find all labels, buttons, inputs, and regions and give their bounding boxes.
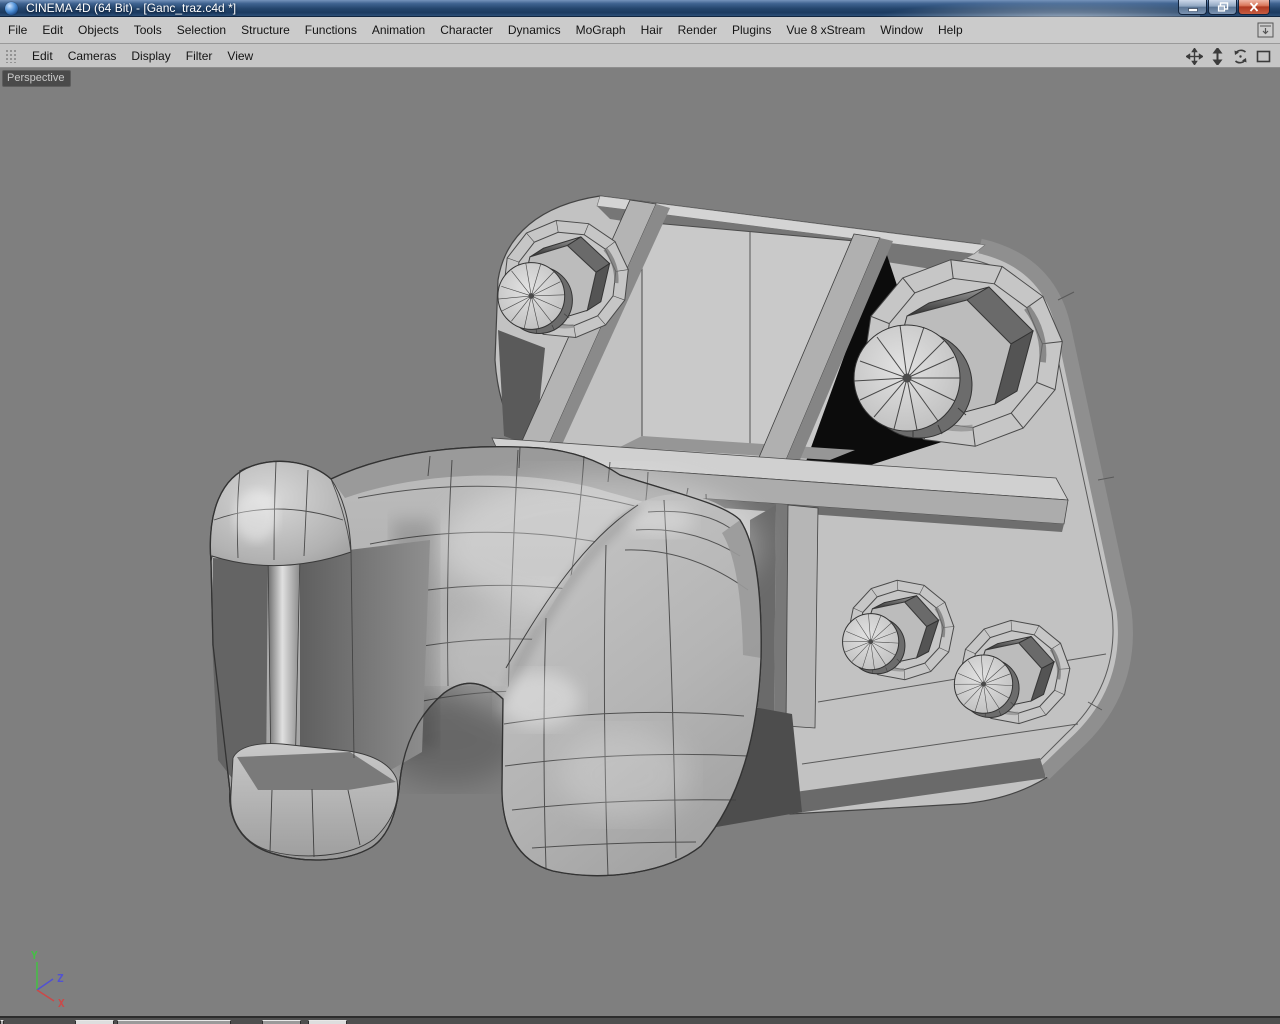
menu-help[interactable]: Help — [938, 23, 963, 37]
restore-button[interactable] — [1208, 0, 1237, 15]
panel-edge-segment[interactable] — [262, 1020, 301, 1024]
axis-x-label: X — [58, 997, 65, 1010]
viewport-menu-bar: Edit Cameras Display Filter View — [0, 44, 1280, 68]
viewport-menu-cameras[interactable]: Cameras — [68, 49, 117, 63]
menu-mograph[interactable]: MoGraph — [576, 23, 626, 37]
menu-hair[interactable]: Hair — [641, 23, 663, 37]
window-title: CINEMA 4D (64 Bit) - [Ganc_traz.c4d *] — [26, 1, 237, 15]
camera-label: Perspective — [2, 70, 72, 87]
axis-z-label: Z — [57, 972, 64, 985]
menu-tools[interactable]: Tools — [134, 23, 162, 37]
bottom-panel-edge — [0, 1016, 1280, 1024]
minimize-icon — [1187, 8, 1198, 12]
close-icon — [1249, 2, 1259, 12]
viewport-menu-view[interactable]: View — [227, 49, 253, 63]
pintle-hook[interactable] — [209, 446, 762, 877]
menu-character[interactable]: Character — [440, 23, 493, 37]
menu-functions[interactable]: Functions — [305, 23, 357, 37]
cinema4d-window: CINEMA 4D (64 Bit) - [Ganc_traz.c4d *] F… — [0, 0, 1280, 1024]
close-button[interactable] — [1238, 0, 1270, 15]
menu-dynamics[interactable]: Dynamics — [508, 23, 561, 37]
menu-structure[interactable]: Structure — [241, 23, 290, 37]
menu-selection[interactable]: Selection — [177, 23, 226, 37]
axis-gizmo: Y Z X — [31, 949, 65, 1010]
window-dock-icon[interactable] — [1257, 22, 1274, 38]
main-menu-bar: File Edit Objects Tools Selection Structure Fu… — [0, 17, 1280, 44]
perspective-viewport[interactable]: Y Z X Perspective — [0, 68, 1280, 1016]
menu-objects[interactable]: Objects — [78, 23, 119, 37]
pan-icon[interactable] — [1186, 47, 1203, 65]
axis-y-label: Y — [31, 949, 38, 962]
menu-file[interactable]: File — [8, 23, 27, 37]
minimize-button[interactable] — [1178, 0, 1207, 15]
menu-vue-8-xstream[interactable]: Vue 8 xStream — [786, 23, 865, 37]
dolly-icon[interactable] — [1209, 47, 1226, 65]
viewport-canvas[interactable]: Y Z X — [0, 68, 1280, 1016]
viewport-menu-filter[interactable]: Filter — [186, 49, 213, 63]
panel-edge-segment[interactable] — [75, 1020, 114, 1024]
viewport-nav-tools — [1186, 46, 1272, 66]
panel-edge-segment[interactable] — [0, 1020, 4, 1024]
menu-plugins[interactable]: Plugins — [732, 23, 771, 37]
viewport-menu-display[interactable]: Display — [131, 49, 170, 63]
title-bar[interactable]: CINEMA 4D (64 Bit) - [Ganc_traz.c4d *] — [0, 0, 1280, 17]
hook-pin-assembly — [212, 540, 430, 858]
maximize-icon[interactable] — [1255, 48, 1272, 65]
titlebar-glow — [870, 0, 1200, 17]
restore-icon — [1217, 2, 1228, 12]
panel-edge-segment[interactable] — [308, 1020, 347, 1024]
menu-render[interactable]: Render — [678, 23, 717, 37]
menu-animation[interactable]: Animation — [372, 23, 425, 37]
menu-window[interactable]: Window — [880, 23, 923, 37]
panel-edge-segment[interactable] — [117, 1020, 231, 1024]
menu-edit[interactable]: Edit — [42, 23, 63, 37]
viewport-menu-edit[interactable]: Edit — [32, 49, 53, 63]
rotate-icon[interactable] — [1232, 48, 1249, 65]
palette-drag-handle[interactable] — [4, 48, 17, 63]
cinema4d-app-icon[interactable] — [5, 2, 18, 15]
